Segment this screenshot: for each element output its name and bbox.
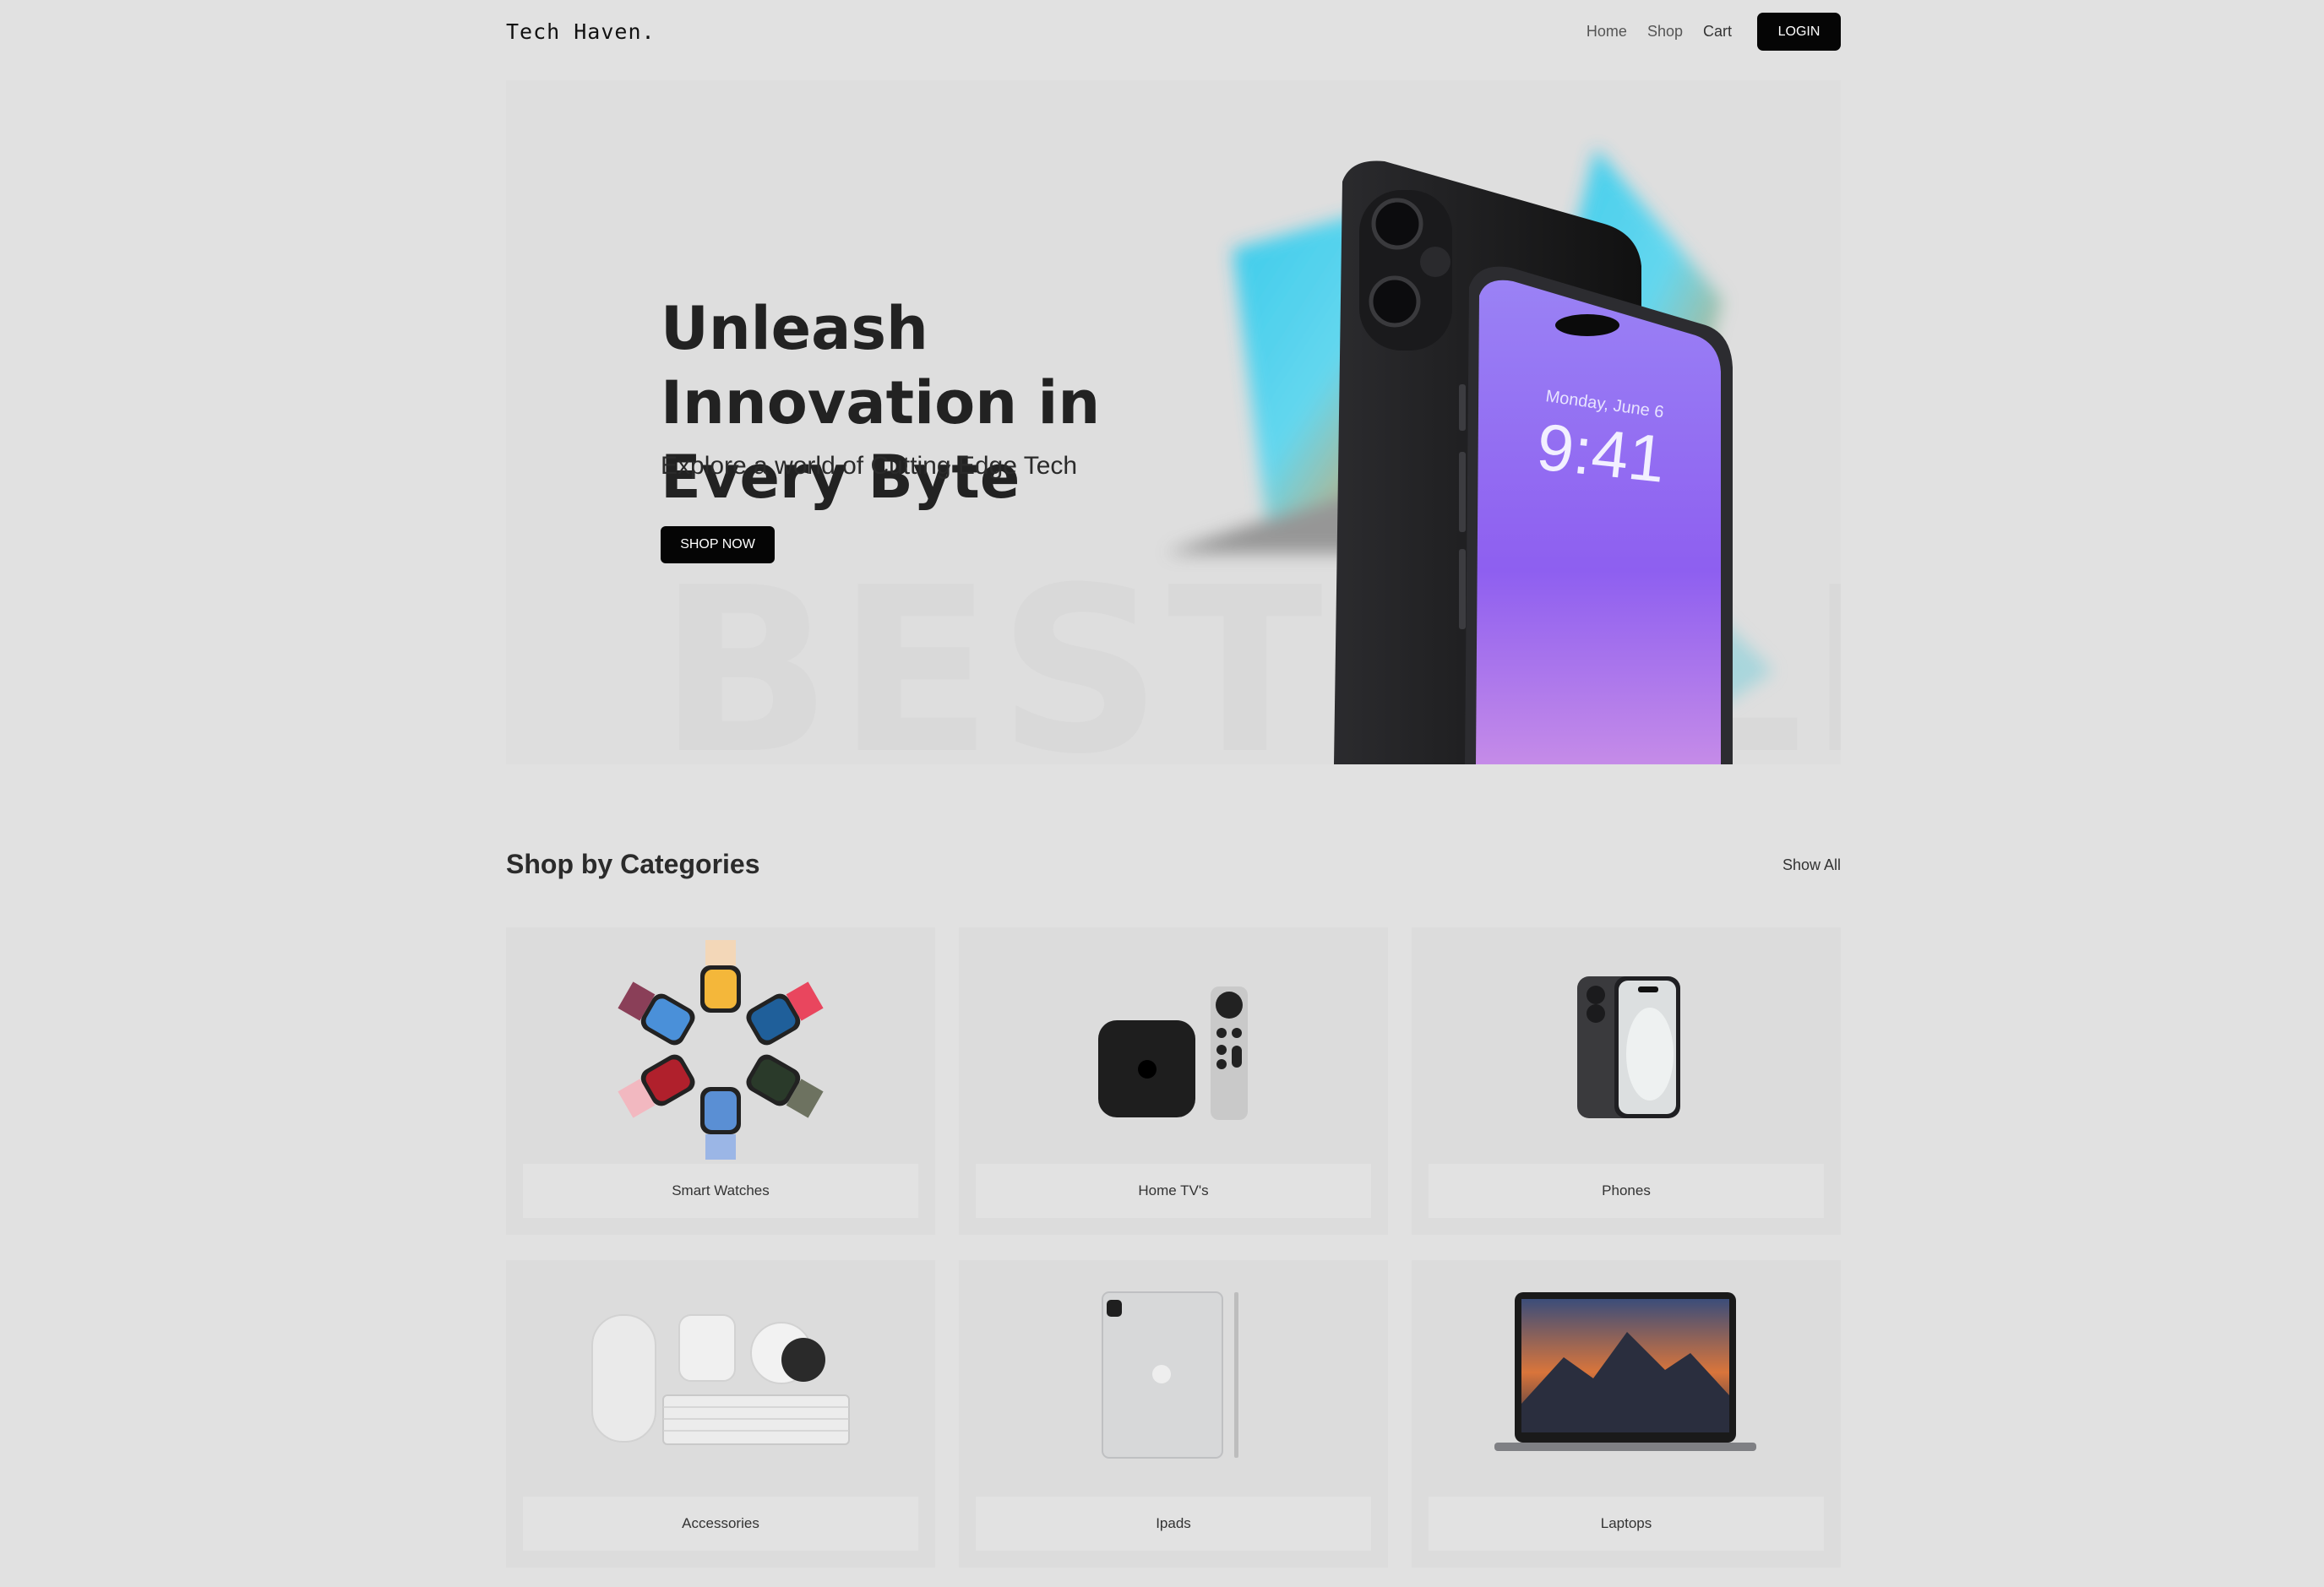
- hero-banner: BESTSELLER: [506, 80, 1841, 764]
- categories-heading: Shop by Categories: [506, 849, 760, 879]
- phone-icon: [1577, 976, 1680, 1118]
- show-all-link[interactable]: Show All: [1782, 856, 1841, 874]
- nav-link-shop[interactable]: Shop: [1647, 23, 1683, 41]
- smartwatch-icon: [618, 940, 824, 1160]
- shop-now-button[interactable]: SHOP NOW: [661, 526, 775, 563]
- nav-link-home[interactable]: Home: [1587, 23, 1627, 41]
- category-label: Laptops: [1429, 1497, 1824, 1551]
- category-label: Phones: [1429, 1164, 1824, 1218]
- category-card-smart-watches[interactable]: Smart Watches: [506, 927, 935, 1235]
- front-phone: Monday, June 6 9:41: [1459, 266, 1733, 764]
- nav-links: Home Shop Cart LOGIN: [1566, 13, 1841, 51]
- top-navbar: Tech Haven. Home Shop Cart LOGIN: [506, 0, 1841, 63]
- laptop-icon: [1494, 1292, 1756, 1451]
- category-card-ipads[interactable]: Ipads: [959, 1260, 1388, 1568]
- category-label: Smart Watches: [523, 1164, 918, 1218]
- hero-subtitle: Explore a world of Cutting Edge Tech: [661, 452, 1078, 480]
- category-card-accessories[interactable]: Accessories: [506, 1260, 935, 1568]
- tablet-icon: [1102, 1291, 1238, 1459]
- login-button[interactable]: LOGIN: [1757, 13, 1841, 51]
- category-label: Accessories: [523, 1497, 918, 1551]
- brand-logo[interactable]: Tech Haven.: [506, 19, 656, 44]
- category-grid: Smart Watches Home TV's Phones Accessori…: [506, 927, 1841, 1568]
- nav-link-cart[interactable]: Cart: [1703, 23, 1732, 41]
- phone-time: 9:41: [1533, 409, 1668, 496]
- tv-box-icon: [1098, 986, 1248, 1120]
- category-card-phones[interactable]: Phones: [1412, 927, 1841, 1235]
- category-card-home-tvs[interactable]: Home TV's: [959, 927, 1388, 1235]
- accessories-icon: [591, 1314, 850, 1445]
- hero-title: Unleash Innovation in Every Byte: [661, 294, 1101, 512]
- category-label: Ipads: [976, 1497, 1371, 1551]
- category-card-laptops[interactable]: Laptops: [1412, 1260, 1841, 1568]
- category-label: Home TV's: [976, 1164, 1371, 1218]
